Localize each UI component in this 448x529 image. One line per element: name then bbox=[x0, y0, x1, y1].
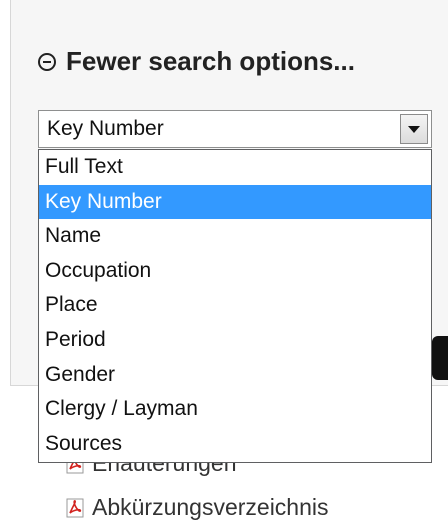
link-label: Abkürzungsverzeichnis bbox=[92, 494, 329, 520]
option-sources[interactable]: Sources bbox=[39, 427, 431, 462]
pdf-icon bbox=[66, 498, 84, 517]
option-occupation[interactable]: Occupation bbox=[39, 254, 431, 289]
search-field-select[interactable]: Key Number bbox=[38, 110, 432, 148]
fewer-search-options-toggle[interactable]: Fewer search options... bbox=[38, 46, 355, 77]
link-abkuerzungsverzeichnis[interactable]: Abkürzungsverzeichnis bbox=[66, 494, 329, 521]
option-gender[interactable]: Gender bbox=[39, 358, 431, 393]
option-full-text[interactable]: Full Text bbox=[39, 150, 431, 185]
option-period[interactable]: Period bbox=[39, 323, 431, 358]
chevron-down-icon bbox=[408, 125, 420, 133]
search-button[interactable] bbox=[432, 336, 448, 380]
collapse-circle-icon bbox=[38, 52, 56, 71]
option-place[interactable]: Place bbox=[39, 288, 431, 323]
option-key-number[interactable]: Key Number bbox=[39, 184, 431, 220]
option-clergy-layman[interactable]: Clergy / Layman bbox=[39, 392, 431, 427]
dropdown-button[interactable] bbox=[400, 114, 428, 144]
toggle-label: Fewer search options... bbox=[66, 46, 355, 76]
select-options-list[interactable]: Full Text Key Number Name Occupation Pla… bbox=[38, 149, 432, 463]
option-name[interactable]: Name bbox=[39, 219, 431, 254]
select-current-value: Key Number bbox=[47, 117, 164, 140]
